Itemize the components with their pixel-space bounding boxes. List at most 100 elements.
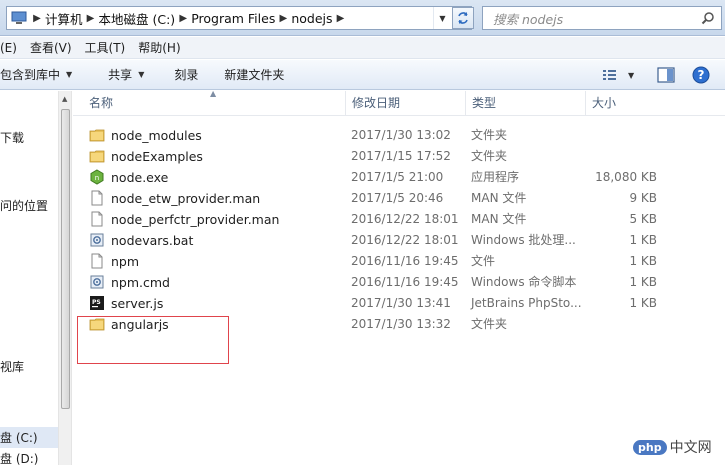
file-size: 5 KB [629, 212, 657, 226]
file-row[interactable]: node_modules 2017/1/30 13:02 文件夹 [73, 125, 673, 146]
breadcrumb-separator-icon[interactable]: ▶ [333, 13, 349, 24]
file-type: 文件夹 [471, 128, 508, 142]
burn-button[interactable]: 刻录 [158, 66, 212, 83]
share-button[interactable]: 共享 ▼ [86, 66, 158, 83]
folder-icon [89, 148, 107, 166]
breadcrumb-local-disk[interactable]: 本地磁盘 (C:) [99, 7, 176, 29]
file-icon [89, 190, 107, 208]
file-type: 文件夹 [471, 317, 508, 331]
svg-text:?: ? [698, 68, 705, 82]
menu-bar: (E) 查看(V) 工具(T) 帮助(H) [0, 37, 725, 59]
menu-edit[interactable]: (E) [0, 41, 24, 55]
folder-icon [89, 127, 107, 145]
view-options-button[interactable]: ▼ [602, 60, 634, 90]
burn-label: 刻录 [174, 68, 199, 82]
file-row[interactable]: nodevars.bat 2016/12/22 18:01 Windows 批处理.… [73, 230, 673, 251]
file-name[interactable]: node_perfctr_provider.man [111, 209, 279, 230]
file-type: 应用程序 [471, 170, 520, 184]
preview-pane-button[interactable] [657, 60, 675, 90]
column-header-row: ▲ 名称 修改日期 类型 大小 [73, 89, 725, 116]
breadcrumb-computer[interactable]: 计算机 [45, 7, 83, 29]
file-modified: 2016/11/16 19:45 [351, 275, 459, 289]
help-icon: ? [692, 66, 710, 84]
phpstorm-file-icon: PS [89, 295, 107, 313]
search-input[interactable]: 搜索 nodejs [482, 6, 722, 30]
file-row[interactable]: npm 2016/11/16 19:45 文件 1 KB [73, 251, 673, 272]
file-row[interactable]: n node.exe 2017/1/5 21:00 应用程序 18,080 KB [73, 167, 673, 188]
file-name[interactable]: npm.cmd [111, 272, 170, 293]
file-row[interactable]: nodeExamples 2017/1/15 17:52 文件夹 [73, 146, 673, 167]
nav-item-drive-c[interactable]: 盘 (C:) [0, 427, 58, 448]
nav-scrollbar-thumb[interactable] [61, 109, 70, 409]
file-row[interactable]: node_etw_provider.man 2017/1/5 20:46 MAN 文… [73, 188, 673, 209]
file-type: MAN 文件 [471, 212, 527, 226]
scroll-up-icon[interactable]: ▲ [62, 95, 67, 103]
watermark-text: 中文网 [669, 440, 712, 456]
navigation-pane: 下载 问的位置 视库 盘 (C:) 盘 (D:) [0, 91, 58, 465]
batch-file-icon [89, 274, 107, 292]
file-modified: 2016/12/22 18:01 [351, 233, 459, 247]
include-in-library-label: 包含到库中 [0, 68, 61, 82]
file-type: 文件 [471, 254, 496, 268]
refresh-button[interactable] [452, 7, 474, 29]
file-icon [89, 211, 107, 229]
file-name[interactable]: nodevars.bat [111, 230, 193, 251]
address-bar[interactable]: ▶ 计算机 ▶ 本地磁盘 (C:) ▶ Program Files ▶ node… [6, 6, 472, 30]
file-icon [89, 253, 107, 271]
file-size: 1 KB [629, 275, 657, 289]
chevron-down-icon: ▼ [138, 70, 145, 79]
batch-file-icon [89, 232, 107, 250]
column-header-modified[interactable]: 修改日期 [345, 91, 465, 116]
file-name[interactable]: npm [111, 251, 139, 272]
php-watermark: php 中文网 [633, 435, 725, 459]
file-type: MAN 文件 [471, 191, 527, 205]
search-icon[interactable] [701, 11, 715, 25]
help-button[interactable]: ? [692, 60, 710, 90]
column-header-type[interactable]: 类型 [465, 91, 585, 116]
menu-help[interactable]: 帮助(H) [132, 39, 187, 56]
address-dropdown-icon[interactable]: ▼ [433, 7, 451, 29]
computer-breadcrumb-icon[interactable] [7, 7, 29, 29]
include-in-library-button[interactable]: 包含到库中 ▼ [0, 66, 86, 83]
menu-view[interactable]: 查看(V) [24, 39, 79, 56]
new-folder-button[interactable]: 新建文件夹 [212, 66, 298, 83]
file-modified: 2017/1/30 13:41 [351, 296, 451, 310]
share-label: 共享 [108, 68, 133, 82]
menu-tools[interactable]: 工具(T) [79, 39, 133, 56]
chevron-down-icon: ▼ [628, 70, 635, 80]
column-header-name[interactable]: 名称 [83, 91, 345, 116]
nav-item-videos[interactable]: 视库 [0, 358, 24, 375]
refresh-icon [458, 12, 468, 24]
breadcrumb-separator-icon[interactable]: ▶ [275, 13, 291, 24]
file-size [543, 125, 657, 146]
file-name[interactable]: server.js [111, 293, 163, 314]
breadcrumb-separator-icon[interactable]: ▶ [83, 13, 99, 24]
nav-item-recent-places[interactable]: 问的位置 [0, 197, 48, 214]
nav-item-drive-d[interactable]: 盘 (D:) [0, 450, 38, 465]
file-name[interactable]: node_etw_provider.man [111, 188, 260, 209]
command-toolbar: 包含到库中 ▼ 共享 ▼ 刻录 新建文件夹 ▼ ? [0, 60, 725, 90]
highlight-annotation-box [77, 316, 229, 364]
file-row[interactable]: PS server.js 2017/1/30 13:41 JetBrains PhpS… [73, 293, 673, 314]
file-size: 9 KB [629, 191, 657, 205]
file-name[interactable]: node.exe [111, 167, 168, 188]
nav-scrollbar[interactable]: ▲ [58, 91, 72, 465]
breadcrumb-program-files[interactable]: Program Files [191, 7, 275, 29]
breadcrumb-nodejs[interactable]: nodejs [291, 7, 332, 29]
breadcrumb-separator-icon[interactable]: ▶ [175, 13, 191, 24]
column-header-size[interactable]: 大小 [585, 91, 665, 116]
file-row[interactable]: node_perfctr_provider.man 2016/12/22 18:0… [73, 209, 673, 230]
file-modified: 2016/11/16 19:45 [351, 254, 459, 268]
nav-item-downloads[interactable]: 下载 [0, 129, 24, 146]
file-modified: 2017/1/15 17:52 [351, 149, 451, 163]
file-name[interactable]: node_modules [111, 125, 202, 146]
file-modified: 2017/1/30 13:32 [351, 317, 451, 331]
file-row[interactable]: npm.cmd 2016/11/16 19:45 Windows 命令脚本 1 KB [73, 272, 673, 293]
file-size: 1 KB [629, 254, 657, 268]
new-folder-label: 新建文件夹 [224, 68, 285, 82]
file-size [543, 314, 657, 335]
breadcrumb-separator-icon[interactable]: ▶ [29, 13, 45, 24]
file-size [543, 146, 657, 167]
address-bar-row: ▶ 计算机 ▶ 本地磁盘 (C:) ▶ Program Files ▶ node… [0, 0, 725, 36]
file-name[interactable]: nodeExamples [111, 146, 203, 167]
